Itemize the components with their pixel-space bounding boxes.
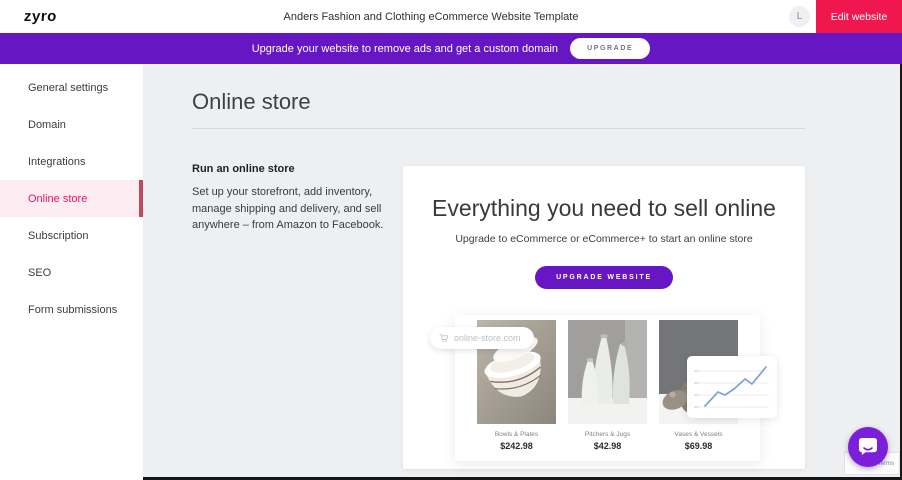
intro-section: Run an online store Set up your storefro… bbox=[192, 163, 392, 234]
app-window: zyro Anders Fashion and Clothing eCommer… bbox=[0, 0, 902, 480]
upgrade-banner: Upgrade your website to remove ads and g… bbox=[0, 33, 902, 64]
sales-chart-card bbox=[687, 356, 777, 418]
zyro-logo[interactable]: zyro bbox=[23, 8, 57, 25]
product-price: $242.98 bbox=[477, 441, 556, 451]
product-image-pitchers bbox=[568, 320, 647, 424]
product-card-pitchers: Pitchers & Jugs $42.98 bbox=[568, 320, 647, 461]
upgrade-banner-button[interactable]: UPGRADE bbox=[570, 38, 650, 59]
chat-widget-button[interactable] bbox=[848, 427, 888, 467]
edit-website-button[interactable]: Edit website bbox=[816, 0, 902, 33]
product-name: Vases & Vessels bbox=[659, 431, 738, 438]
intro-body: Set up your storefront, add inventory, m… bbox=[192, 184, 392, 234]
top-bar: zyro Anders Fashion and Clothing eCommer… bbox=[0, 0, 902, 33]
sidebar-item-subscription[interactable]: Subscription bbox=[0, 217, 143, 254]
product-price: $69.98 bbox=[659, 441, 738, 451]
sidebar-item-general-settings[interactable]: General settings bbox=[0, 69, 143, 106]
upgrade-website-button[interactable]: UPGRADE WEBSITE bbox=[535, 266, 673, 289]
sidebar-item-seo[interactable]: SEO bbox=[0, 254, 143, 291]
title-divider bbox=[192, 128, 805, 129]
store-url-pill: online-store.com bbox=[430, 327, 534, 349]
sidebar-item-form-submissions[interactable]: Form submissions bbox=[0, 291, 143, 328]
chat-bubble-icon bbox=[857, 437, 879, 457]
product-name: Bowls & Plates bbox=[477, 431, 556, 438]
sidebar-item-domain[interactable]: Domain bbox=[0, 106, 143, 143]
upsell-card: Everything you need to sell online Upgra… bbox=[403, 166, 805, 469]
site-template-title: Anders Fashion and Clothing eCommerce We… bbox=[120, 0, 742, 33]
product-price: $42.98 bbox=[568, 441, 647, 451]
upsell-heading: Everything you need to sell online bbox=[403, 195, 805, 222]
line-chart-icon bbox=[687, 356, 777, 418]
cart-icon bbox=[439, 333, 449, 343]
page-title: Online store bbox=[192, 89, 311, 115]
sidebar-item-integrations[interactable]: Integrations bbox=[0, 143, 143, 180]
store-url-text: online-store.com bbox=[454, 333, 521, 343]
settings-sidebar: General settings Domain Integrations Onl… bbox=[0, 64, 143, 480]
account-avatar[interactable]: L bbox=[789, 6, 810, 27]
product-name: Pitchers & Jugs bbox=[568, 431, 647, 438]
upsell-subheading: Upgrade to eCommerce or eCommerce+ to st… bbox=[403, 233, 805, 245]
intro-heading: Run an online store bbox=[192, 163, 392, 175]
upgrade-banner-text: Upgrade your website to remove ads and g… bbox=[252, 43, 558, 55]
sidebar-item-online-store[interactable]: Online store bbox=[0, 180, 143, 217]
